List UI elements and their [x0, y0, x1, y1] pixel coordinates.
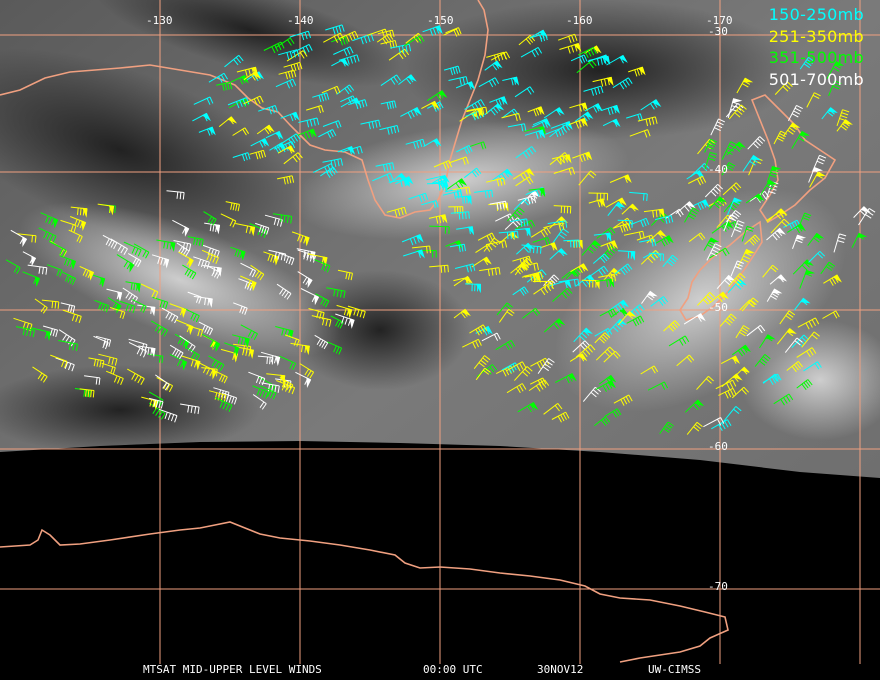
legend-item-251-350: 251-350mb — [768, 26, 864, 46]
lon-label-140: -140 — [287, 14, 314, 27]
legend-item-351-500: 351-500mb — [768, 48, 864, 67]
lon-label-150: -150 — [427, 14, 454, 27]
lat-label-60: -60 — [708, 440, 728, 453]
satellite-imagery — [0, 0, 880, 664]
lat-label-70: -70 — [708, 580, 728, 593]
source-label: UW-CIMSS — [648, 663, 701, 676]
lat-label-30: -30 — [708, 25, 728, 38]
lon-label-160: -160 — [566, 14, 593, 27]
lat-label-40: -40 — [708, 163, 728, 176]
date-label: 30NOV12 — [537, 663, 584, 676]
lon-label-130: -130 — [146, 14, 173, 27]
satellite-wind-map: -130 -140 -150 -160 -170 -30 -40 -50 -60… — [0, 0, 880, 680]
time-label: 00:00 UTC — [423, 663, 483, 676]
antarctica-coastline — [0, 521, 729, 663]
product-title: MTSAT MID-UPPER LEVEL WINDS — [143, 663, 322, 676]
legend-item-501-700: 501-700mb — [768, 69, 864, 89]
legend-item-150-250: 150-250mb — [768, 5, 864, 24]
lat-label-50: -50 — [708, 301, 728, 314]
footer-bar: MTSAT MID-UPPER LEVEL WINDS 00:00 UTC 30… — [0, 663, 880, 679]
pressure-legend: 150-250mb 251-350mb 351-500mb 501-700mb — [769, 4, 864, 90]
